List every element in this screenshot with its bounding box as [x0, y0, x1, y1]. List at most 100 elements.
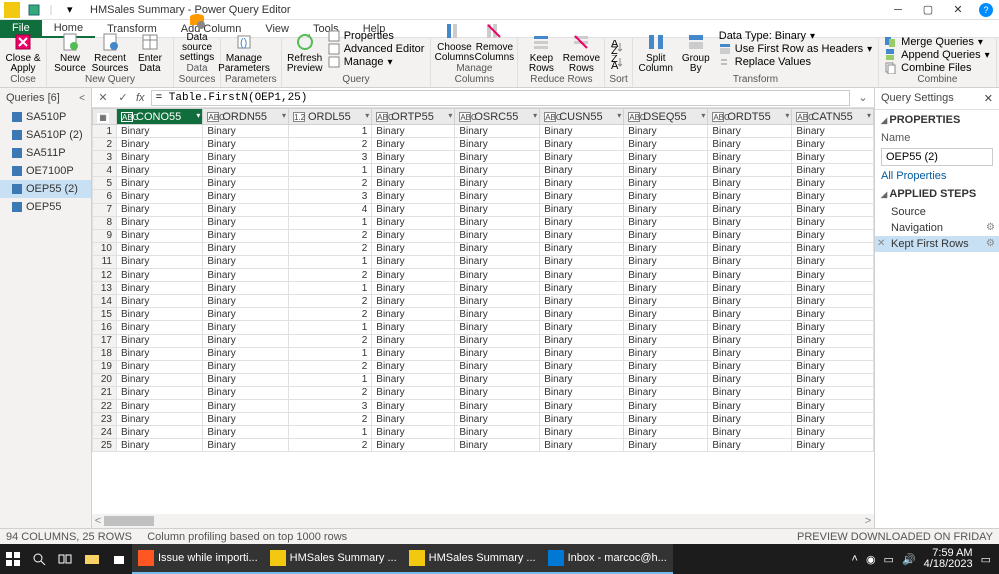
cell[interactable]: Binary	[203, 177, 289, 190]
cell[interactable]: Binary	[792, 413, 874, 426]
cell[interactable]: Binary	[117, 373, 203, 386]
cell[interactable]: Binary	[540, 255, 624, 268]
cell[interactable]: Binary	[540, 426, 624, 439]
column-filter-icon[interactable]: ▾	[196, 111, 200, 120]
cell[interactable]: Binary	[372, 216, 455, 229]
cell[interactable]: Binary	[624, 164, 708, 177]
cell[interactable]: Binary	[792, 125, 874, 138]
cell[interactable]: 2	[288, 177, 371, 190]
cell[interactable]: Binary	[792, 269, 874, 282]
cell[interactable]: Binary	[624, 282, 708, 295]
cell[interactable]: Binary	[203, 373, 289, 386]
column-filter-icon[interactable]: ▾	[448, 111, 452, 120]
cell[interactable]: Binary	[203, 229, 289, 242]
close-apply-button[interactable]: Close & Apply	[4, 30, 42, 74]
cell[interactable]: Binary	[792, 203, 874, 216]
cell[interactable]: Binary	[372, 360, 455, 373]
row-number[interactable]: 12	[93, 269, 117, 282]
applied-step[interactable]: Navigation⚙	[875, 220, 999, 236]
cell[interactable]: Binary	[203, 426, 289, 439]
group-by-button[interactable]: Group By	[677, 30, 715, 74]
cell[interactable]: Binary	[372, 229, 455, 242]
column-header[interactable]: ABCDSEQ55▾	[624, 109, 708, 125]
tray-network-icon[interactable]: ▭	[884, 553, 894, 566]
cell[interactable]: 1	[288, 282, 371, 295]
cell[interactable]: Binary	[540, 386, 624, 399]
column-header[interactable]: ABCCONO55▾	[117, 109, 203, 125]
cell[interactable]: Binary	[792, 282, 874, 295]
merge-queries-button[interactable]: Merge Queries ▾	[883, 36, 992, 48]
query-name-input[interactable]	[881, 148, 993, 166]
delete-step-icon[interactable]: ✕	[877, 238, 885, 249]
split-column-button[interactable]: Split Column	[637, 30, 675, 74]
cell[interactable]: 4	[288, 203, 371, 216]
cell[interactable]: Binary	[708, 334, 792, 347]
row-number[interactable]: 2	[93, 138, 117, 151]
cell[interactable]: Binary	[540, 177, 624, 190]
cell[interactable]: Binary	[624, 190, 708, 203]
cell[interactable]: Binary	[540, 216, 624, 229]
formula-cancel-icon[interactable]: ✕	[96, 91, 110, 105]
cell[interactable]: Binary	[117, 413, 203, 426]
enter-data-button[interactable]: Enter Data	[131, 30, 169, 74]
cell[interactable]: Binary	[624, 255, 708, 268]
query-item[interactable]: SA510P (2)	[0, 126, 91, 144]
cell[interactable]: 2	[288, 439, 371, 452]
cell[interactable]: Binary	[708, 282, 792, 295]
cell[interactable]: Binary	[117, 426, 203, 439]
cell[interactable]: Binary	[624, 386, 708, 399]
help-button[interactable]: ?	[979, 3, 993, 17]
cell[interactable]: Binary	[455, 413, 540, 426]
cell[interactable]: Binary	[792, 334, 874, 347]
cell[interactable]: Binary	[372, 203, 455, 216]
scroll-right-icon[interactable]: >	[862, 515, 874, 527]
properties-section-head[interactable]: PROPERTIES	[875, 110, 999, 130]
cell[interactable]: Binary	[117, 255, 203, 268]
cell[interactable]: Binary	[792, 439, 874, 452]
properties-button[interactable]: Properties	[326, 30, 427, 42]
cell[interactable]: Binary	[203, 413, 289, 426]
cell[interactable]: Binary	[117, 138, 203, 151]
row-number[interactable]: 14	[93, 295, 117, 308]
formula-expand-icon[interactable]: ⌄	[856, 91, 870, 104]
taskview-button[interactable]	[52, 544, 78, 574]
cell[interactable]: Binary	[708, 190, 792, 203]
cell[interactable]: Binary	[117, 347, 203, 360]
maximize-button[interactable]: ▢	[913, 0, 943, 20]
cell[interactable]: Binary	[540, 308, 624, 321]
cell[interactable]: Binary	[455, 347, 540, 360]
cell[interactable]: Binary	[117, 439, 203, 452]
cell[interactable]: Binary	[455, 216, 540, 229]
cell[interactable]: Binary	[624, 347, 708, 360]
cell[interactable]: Binary	[624, 138, 708, 151]
cell[interactable]: Binary	[540, 399, 624, 412]
column-header[interactable]: ABCCUSN55▾	[540, 109, 624, 125]
cell[interactable]: Binary	[792, 255, 874, 268]
cell[interactable]: Binary	[372, 255, 455, 268]
all-properties-link[interactable]: All Properties	[875, 168, 999, 184]
cell[interactable]: Binary	[203, 216, 289, 229]
cell[interactable]: Binary	[540, 203, 624, 216]
cell[interactable]: Binary	[540, 151, 624, 164]
cell[interactable]: Binary	[455, 282, 540, 295]
cell[interactable]: Binary	[792, 190, 874, 203]
applied-step[interactable]: Source	[875, 204, 999, 220]
cell[interactable]: 2	[288, 308, 371, 321]
cell[interactable]: Binary	[203, 190, 289, 203]
cell[interactable]: 1	[288, 164, 371, 177]
row-number[interactable]: 10	[93, 242, 117, 255]
cell[interactable]: Binary	[708, 308, 792, 321]
remove-columns-button[interactable]: Remove Columns	[475, 19, 513, 63]
cell[interactable]: Binary	[455, 151, 540, 164]
row-number[interactable]: 23	[93, 413, 117, 426]
cell[interactable]: 2	[288, 413, 371, 426]
cell[interactable]: Binary	[792, 164, 874, 177]
cell[interactable]: Binary	[792, 399, 874, 412]
cell[interactable]: Binary	[708, 242, 792, 255]
cell[interactable]: Binary	[372, 334, 455, 347]
cell[interactable]: Binary	[203, 151, 289, 164]
choose-columns-button[interactable]: Choose Columns	[435, 19, 473, 63]
cell[interactable]: 2	[288, 334, 371, 347]
row-number[interactable]: 8	[93, 216, 117, 229]
cell[interactable]: Binary	[203, 282, 289, 295]
